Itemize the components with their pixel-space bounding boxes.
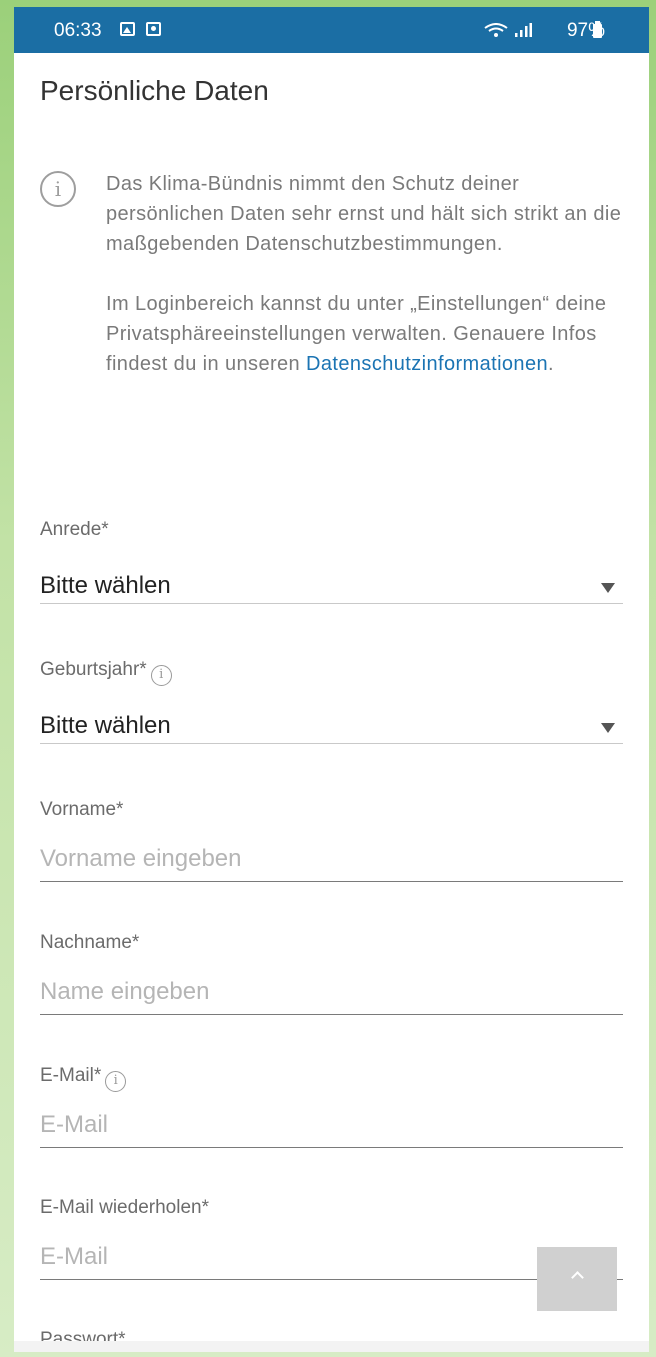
page-title: Persönliche Daten [40,75,269,106]
email-input[interactable] [40,1111,623,1139]
screenshot-icon [146,22,161,36]
bottom-bar [14,1341,649,1352]
dropdown-arrow-icon [601,583,615,593]
vorname-input-row [40,825,623,882]
email-info-icon[interactable]: i [105,1071,127,1092]
email-repeat-input-row [40,1223,623,1280]
geburtsjahr-label: Geburtsjahr* [40,659,147,680]
email-field: E-Mail* i [40,1065,623,1148]
anrede-label: Anrede* [40,519,109,540]
dropdown-arrow-icon [601,723,615,733]
geburtsjahr-select[interactable]: Bitte wählen [40,685,623,744]
wifi-icon [484,23,508,37]
email-label: E-Mail* [40,1065,102,1086]
info-icon: i [40,171,76,207]
privacy-paragraph-2: Im Loginbereich kannst du unter „Einstel… [106,289,626,379]
signal-icon [515,23,532,37]
privacy-notice: Das Klima-Bündnis nimmt den Schutz deine… [106,169,626,379]
scroll-to-top-button[interactable] [537,1247,617,1311]
app-frame: 06:33 97% Persönliche Daten i Das Klima-… [14,7,649,1352]
gallery-icon [120,22,135,36]
geburtsjahr-field: Geburtsjahr* i Bitte wählen [40,659,623,744]
status-time: 06:33 [54,20,102,41]
privacy-link[interactable]: Datenschutzinformationen [306,353,548,375]
status-bar: 06:33 97% [14,7,649,53]
nachname-input-row [40,958,623,1015]
email-repeat-field: E-Mail wiederholen* [40,1197,623,1280]
nachname-input[interactable] [40,978,623,1006]
email-label-row: E-Mail* i [40,1065,623,1092]
vorname-field: Vorname* [40,799,623,882]
email-repeat-label: E-Mail wiederholen* [40,1197,209,1218]
email-input-row [40,1091,623,1148]
anrede-field: Anrede* Bitte wählen [40,519,623,604]
geburtsjahr-value: Bitte wählen [40,712,171,739]
vorname-input[interactable] [40,845,623,873]
nachname-field: Nachname* [40,932,623,1015]
privacy-paragraph-1: Das Klima-Bündnis nimmt den Schutz deine… [106,173,622,255]
geburtsjahr-label-row: Geburtsjahr* i [40,659,623,686]
vorname-label: Vorname* [40,799,124,820]
battery-icon [593,21,602,38]
geburtsjahr-info-icon[interactable]: i [150,665,172,686]
privacy-paragraph-2-end: . [548,353,554,375]
email-repeat-input[interactable] [40,1243,623,1271]
nachname-label: Nachname* [40,932,140,953]
anrede-select[interactable]: Bitte wählen [40,545,623,604]
anrede-value: Bitte wählen [40,572,171,599]
